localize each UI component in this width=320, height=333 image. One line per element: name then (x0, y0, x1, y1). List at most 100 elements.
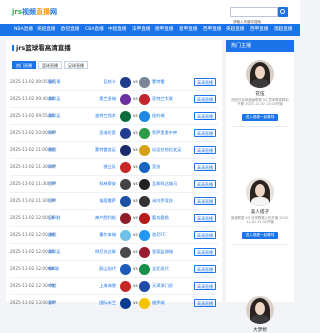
anchor-name[interactable]: 美人搭子 (226, 209, 294, 215)
away-team-link[interactable]: 悉尼FC (152, 232, 190, 238)
home-team-logo-icon (120, 145, 131, 156)
away-team-link[interactable]: 竞技 (152, 164, 190, 170)
nav-item[interactable]: 西甲直播 (250, 24, 268, 36)
vs-label: vs (133, 147, 138, 152)
away-team-link[interactable]: 米内罗竞技 (152, 198, 190, 204)
watch-live-button[interactable]: 高清直播 (194, 214, 216, 222)
league-link[interactable]: 阿甲 (48, 164, 72, 170)
away-team-link[interactable]: 瓜达拉哈拉女足 (152, 147, 190, 153)
nav-item[interactable]: 英超直播 (37, 24, 55, 36)
search-button[interactable] (278, 7, 288, 17)
nav-item[interactable]: 意甲直播 (179, 24, 197, 36)
nav-item[interactable]: 法甲直播 (132, 24, 150, 36)
away-team-link[interactable]: 亚特兰大联 (152, 96, 190, 102)
league-link[interactable]: 美职足 (48, 96, 72, 102)
nav-item[interactable]: 德甲直播 (155, 24, 173, 36)
tab-0[interactable]: 热门直播 (12, 61, 36, 69)
vs-label: vs (133, 164, 138, 169)
league-link[interactable]: 韩K联 (48, 266, 72, 272)
anchor-name[interactable]: 大梦想 (226, 327, 294, 333)
home-team-link[interactable]: 圣洛伦索 (76, 130, 116, 136)
league-link[interactable]: 巴甲 (48, 198, 72, 204)
match-row: 2025-11-02 12:30:00 中超 上海海港 vs 天津津门虎 高清直播 (6, 278, 222, 295)
home-team-link[interactable]: 蒙特雷女足 (76, 147, 116, 153)
away-team-link[interactable]: 罗萨里奥中央 (152, 130, 190, 136)
away-team-link[interactable]: 瓦斯科达伽马 (152, 181, 190, 187)
away-team-link[interactable]: 天津津门虎 (152, 283, 190, 289)
home-team-logo-icon (120, 196, 131, 207)
home-team-link[interactable]: 奥兰多城 (76, 96, 116, 102)
nav-item[interactable]: 中超直播 (108, 24, 126, 36)
tab-2[interactable]: 足球直播 (64, 61, 88, 69)
league-link[interactable]: 澳超 (48, 232, 72, 238)
vs-label: vs (133, 113, 138, 118)
league-link[interactable]: 阿甲 (48, 130, 72, 136)
league-link[interactable]: 美职足 (48, 249, 72, 255)
home-team-link[interactable]: 蔚山现代 (76, 266, 116, 272)
home-team-link[interactable]: 明尼苏达联 (76, 249, 116, 255)
watch-live-button[interactable]: 高清直播 (194, 248, 216, 256)
nav-item[interactable]: 澳超直播 (274, 24, 292, 36)
watch-live-button[interactable]: 高清直播 (194, 112, 216, 120)
watch-live-button[interactable]: 高清直播 (194, 163, 216, 171)
anchor-divider (232, 244, 288, 245)
anchor-avatar[interactable] (246, 178, 274, 206)
league-link[interactable]: 中超 (48, 283, 72, 289)
home-team-link[interactable]: 神户胜利船 (76, 215, 116, 221)
away-team-link[interactable]: 皇家盐湖城 (152, 249, 190, 255)
anchor-name[interactable]: 花伍 (226, 91, 294, 97)
vs-label: vs (133, 130, 138, 135)
away-team-link[interactable]: 纽约城 (152, 113, 190, 119)
watch-live-button[interactable]: 高清直播 (194, 146, 216, 154)
watch-live-button[interactable]: 高清直播 (194, 78, 216, 86)
home-team-link[interactable]: 科林蒂安 (76, 181, 116, 187)
league-link[interactable]: 意甲 (48, 300, 72, 306)
nav-item[interactable]: CBA直播 (85, 24, 104, 36)
away-team-link[interactable]: 维罗纳 (152, 300, 190, 306)
home-team-link[interactable]: 波特兰伐木 (76, 113, 116, 119)
watch-live-button[interactable]: 高清直播 (194, 299, 216, 307)
vs-label: vs (133, 198, 138, 203)
enter-room-button[interactable]: 进入观看一起看球 (242, 232, 278, 239)
anchor-avatar[interactable] (246, 60, 274, 88)
home-team-link[interactable]: 国际米兰 (76, 300, 116, 306)
home-team-link[interactable]: 上海海港 (76, 283, 116, 289)
site-logo[interactable]: jrs视频直播网 (12, 7, 57, 17)
league-link[interactable]: 日职联 (48, 215, 72, 221)
nav-item[interactable]: 欧冠直播 (61, 24, 79, 36)
watch-live-button[interactable]: 高清直播 (194, 95, 216, 103)
nav-item[interactable]: NBA直播 (14, 24, 33, 36)
avatar-face (255, 184, 265, 197)
tab-1[interactable]: 篮球直播 (38, 61, 62, 69)
league-link[interactable]: 美职足 (48, 113, 72, 119)
avatar-body (251, 79, 269, 88)
league-link[interactable]: 墨西哥 (48, 79, 72, 85)
match-row: 2025-11-02 11:30:00 阿甲 独立队 vs 竞技 高清直播 (6, 159, 222, 176)
watch-live-button[interactable]: 高清直播 (194, 197, 216, 205)
watch-live-button[interactable]: 高清直播 (194, 180, 216, 188)
home-team-logo-icon (120, 281, 131, 292)
watch-live-button[interactable]: 高清直播 (194, 129, 216, 137)
watch-live-button[interactable]: 高清直播 (194, 231, 216, 239)
home-team-link[interactable]: 瓦哈卡 (76, 79, 116, 85)
league-link[interactable]: 巴甲 (48, 181, 72, 187)
home-team-link[interactable]: 墨尔本城 (76, 232, 116, 238)
watch-live-button[interactable]: 高清直播 (194, 282, 216, 290)
away-team-link[interactable]: 全北现代 (152, 266, 190, 272)
away-team-link[interactable]: 蒙特雷 (152, 79, 190, 85)
anchor-description: 西班牙足球超级联赛 VS 意甲联赛精彩不断 2025-11-02 13:00开播 (231, 98, 289, 107)
nav-item[interactable]: 西甲直播 (203, 24, 221, 36)
league-link[interactable]: 墨超 (48, 147, 72, 153)
home-team-logo-icon (120, 111, 131, 122)
home-team-link[interactable]: 福塔雷萨 (76, 198, 116, 204)
match-row: 2025-11-02 10:00:00 阿甲 圣洛伦索 vs 罗萨里奥中央 高清直播 (6, 125, 222, 142)
home-team-link[interactable]: 独立队 (76, 164, 116, 170)
nav-item[interactable]: 英超直播 (226, 24, 244, 36)
logo-part-4: 网 (50, 8, 58, 16)
watch-live-button[interactable]: 高清直播 (194, 265, 216, 273)
hot-anchors-panel: 热门主播 花伍 西班牙足球超级联赛 VS 意甲联赛精彩不断 2025-11-02 … (226, 40, 294, 333)
enter-room-button[interactable]: 进入观看一起看球 (242, 114, 278, 121)
anchor-avatar[interactable] (246, 296, 274, 324)
match-row: 2025-11-02 11:30:00 巴甲 科林蒂安 vs 瓦斯科达伽马 高清直播 (6, 176, 222, 193)
away-team-link[interactable]: 鹿岛鹿角 (152, 215, 190, 221)
